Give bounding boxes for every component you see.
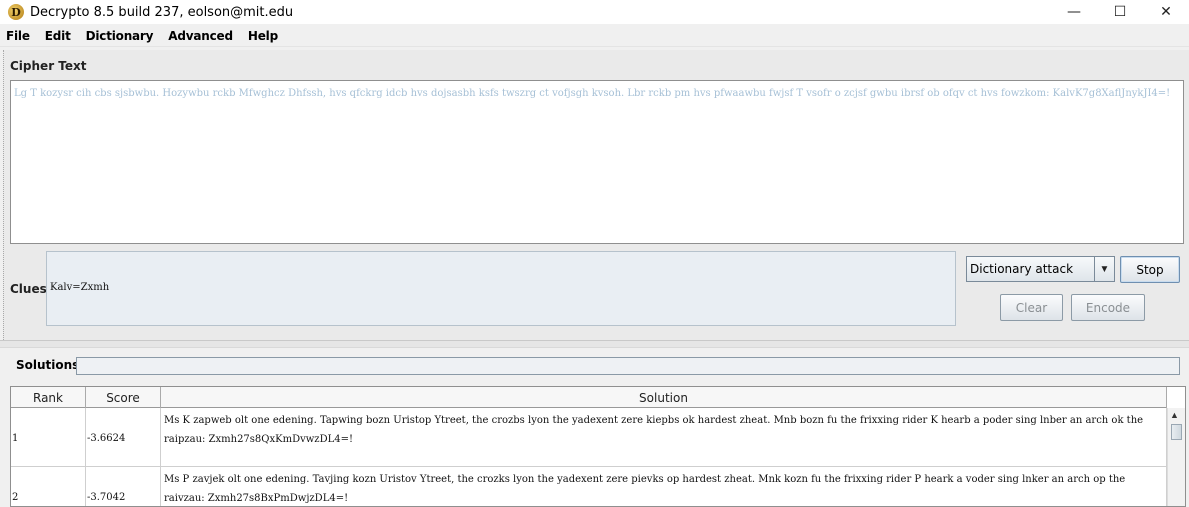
app-logo-icon: D	[8, 4, 24, 20]
solution-cell: Ms K zapweb olt one edening. Tapwing boz…	[161, 408, 1167, 466]
menu-file[interactable]: File	[4, 27, 32, 45]
menu-help[interactable]: Help	[246, 27, 280, 45]
table-row[interactable]: 2 -3.7042 Ms P zavjek olt one edening. T…	[11, 467, 1167, 506]
score-cell: -3.7042	[86, 467, 161, 506]
column-header-solution[interactable]: Solution	[161, 387, 1167, 408]
scrollbar-thumb[interactable]	[1171, 424, 1182, 440]
solutions-label: Solutions:	[16, 358, 85, 372]
score-cell: -3.6624	[86, 408, 161, 466]
table-body: 1 -3.6624 Ms K zapweb olt one edening. T…	[11, 408, 1167, 506]
rank-cell: 1	[11, 408, 86, 466]
chevron-down-icon[interactable]: ▼	[1094, 257, 1114, 281]
rank-cell: 2	[11, 467, 86, 506]
stop-button[interactable]: Stop	[1120, 256, 1180, 283]
column-header-score[interactable]: Score	[86, 387, 161, 408]
vertical-scrollbar[interactable]: ▲	[1167, 408, 1185, 506]
solutions-progress-bar	[76, 357, 1180, 375]
cipher-text-area[interactable]: Lg T kozysr cih cbs sjsbwbu. Hozywbu rck…	[10, 80, 1184, 244]
solution-cell: Ms P zavjek olt one edening. Tavjing koz…	[161, 467, 1167, 506]
menu-bar: File Edit Dictionary Advanced Help	[0, 25, 1189, 47]
attack-type-value: Dictionary attack	[970, 262, 1074, 276]
menu-dictionary[interactable]: Dictionary	[84, 27, 156, 45]
window-controls: — ☐ ✕	[1051, 0, 1189, 24]
clear-button[interactable]: Clear	[1000, 294, 1063, 321]
solutions-table: Rank Score Solution 1 -3.6624 Ms K zapwe…	[10, 386, 1186, 507]
table-header: Rank Score Solution	[11, 387, 1167, 408]
encode-button[interactable]: Encode	[1071, 294, 1145, 321]
pane-splitter[interactable]	[0, 340, 1189, 348]
scroll-up-arrow-icon[interactable]: ▲	[1170, 410, 1179, 420]
close-button[interactable]: ✕	[1143, 0, 1189, 24]
clues-label: Clues	[10, 282, 47, 296]
table-row[interactable]: 1 -3.6624 Ms K zapweb olt one edening. T…	[11, 408, 1167, 467]
column-header-rank[interactable]: Rank	[11, 387, 86, 408]
window-title: Decrypto 8.5 build 237, eolson@mit.edu	[30, 4, 294, 20]
menu-advanced[interactable]: Advanced	[166, 27, 235, 45]
menu-edit[interactable]: Edit	[43, 27, 73, 45]
attack-type-select[interactable]: Dictionary attack ▼	[966, 256, 1115, 282]
cipher-text-label: Cipher Text	[10, 59, 87, 73]
maximize-button[interactable]: ☐	[1097, 0, 1143, 24]
clues-area[interactable]: Kalv=Zxmh	[46, 251, 956, 326]
title-bar: D Decrypto 8.5 build 237, eolson@mit.edu…	[0, 0, 1189, 24]
minimize-button[interactable]: —	[1051, 0, 1097, 24]
